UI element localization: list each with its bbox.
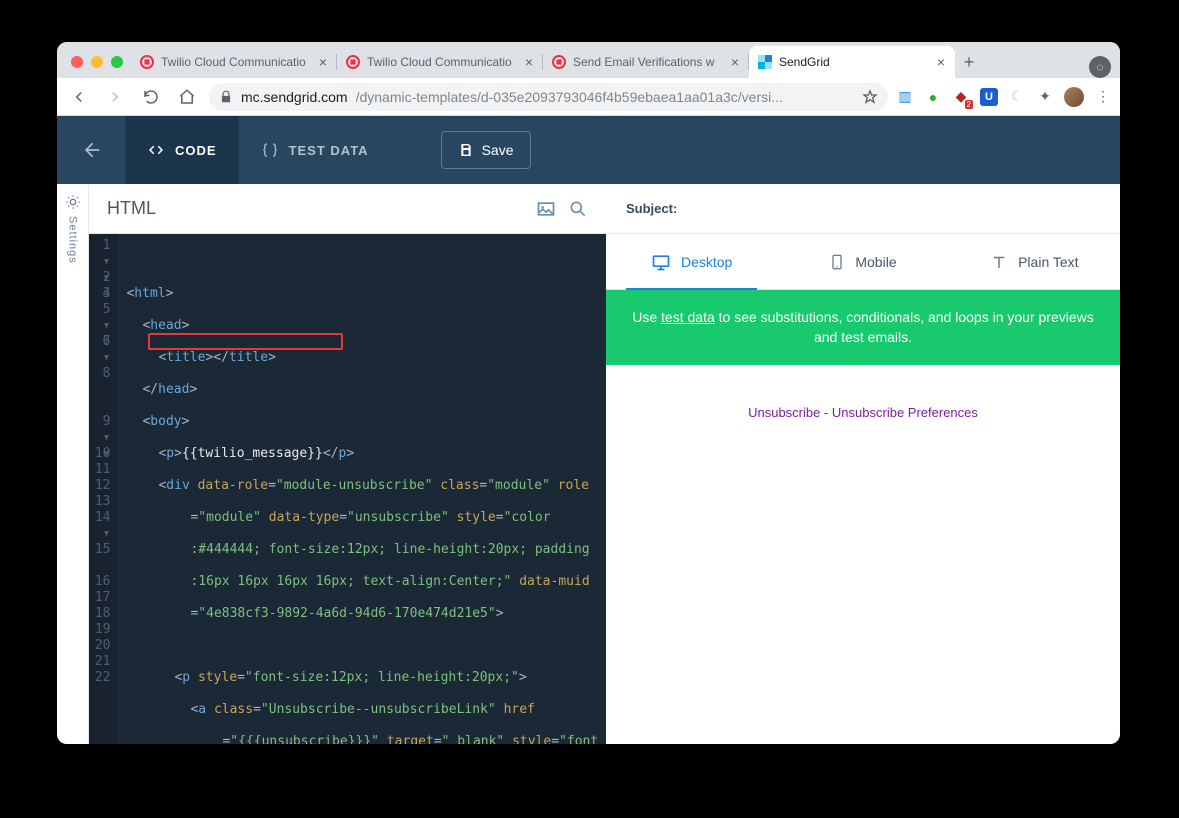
close-tab-icon[interactable]: × <box>935 55 947 69</box>
browser-tabs: Twilio Cloud Communicatio × Twilio Cloud… <box>131 42 1080 78</box>
tab-code[interactable]: CODE <box>125 116 239 184</box>
favicon-twilio-icon <box>551 54 567 70</box>
lock-icon <box>219 90 233 104</box>
email-preview: Unsubscribe - Unsubscribe Preferences <box>606 365 1120 744</box>
editor-header: HTML <box>89 184 606 234</box>
unsubscribe-link[interactable]: Unsubscribe <box>748 405 820 420</box>
view-tab-mobile[interactable]: Mobile <box>777 234 948 289</box>
account-icon[interactable]: ◌ <box>1089 56 1111 78</box>
tab-title: SendGrid <box>779 55 929 69</box>
new-tab-button[interactable]: + <box>955 48 983 76</box>
view-tab-label: Mobile <box>855 254 896 270</box>
extension-icon[interactable]: ◆2 <box>952 88 970 106</box>
favicon-twilio-icon <box>139 54 155 70</box>
code-icon <box>147 141 165 159</box>
window-controls <box>65 56 131 78</box>
view-tab-label: Plain Text <box>1018 254 1078 270</box>
browser-tab-3[interactable]: SendGrid × <box>749 46 955 78</box>
settings-sidebar[interactable]: Settings <box>57 184 89 744</box>
text-icon <box>990 253 1008 271</box>
test-data-banner: Use test data to see substitutions, cond… <box>606 290 1120 365</box>
subject-label: Subject: <box>626 201 677 216</box>
close-tab-icon[interactable]: × <box>523 55 535 69</box>
browser-menu-icon[interactable]: ⋮ <box>1094 88 1112 106</box>
tab-test-data[interactable]: TEST DATA <box>239 116 391 184</box>
extension-icon[interactable]: ▥ <box>896 88 914 106</box>
close-tab-icon[interactable]: × <box>317 55 329 69</box>
browser-window: Twilio Cloud Communicatio × Twilio Cloud… <box>57 42 1120 744</box>
view-tab-plain-text[interactable]: Plain Text <box>949 234 1120 289</box>
gear-icon <box>65 194 81 210</box>
tab-title: Send Email Verifications w <box>573 55 723 69</box>
reload-button[interactable] <box>137 83 165 111</box>
extensions-puzzle-icon[interactable]: ✦ <box>1036 88 1054 106</box>
bookmark-star-icon[interactable] <box>862 89 878 105</box>
extension-icon[interactable]: U <box>980 88 998 106</box>
nav-forward-button[interactable] <box>101 83 129 111</box>
desktop-icon <box>651 252 671 272</box>
braces-icon <box>261 141 279 159</box>
save-button-label: Save <box>482 142 514 158</box>
editor-back-button[interactable] <box>57 116 125 184</box>
line-gutter: 1 ▾ 2 ▾ 3 4 5 ▾ 6 7 ▾ 8 9 ▾ 10 ▾ 11 <box>89 234 118 744</box>
app-toolbar: CODE TEST DATA Save <box>57 116 1120 184</box>
code-area[interactable]: <html> <head> <title></title> </head> <b… <box>118 234 606 744</box>
favicon-twilio-icon <box>345 54 361 70</box>
favicon-sendgrid-icon <box>757 54 773 70</box>
url-path: /dynamic-templates/d-035e2093793046f4b59… <box>356 89 854 105</box>
extensions-area: ▥ ● ◆2 U ☾ ✦ ⋮ <box>896 87 1112 107</box>
tab-title: Twilio Cloud Communicatio <box>367 55 517 69</box>
code-highlight <box>148 333 343 350</box>
home-button[interactable] <box>173 83 201 111</box>
save-icon <box>458 142 474 158</box>
preview-pane: Subject: Desktop Mobile <box>606 184 1120 744</box>
extension-icon[interactable]: ● <box>924 88 942 106</box>
search-icon[interactable] <box>568 199 588 219</box>
browser-tab-2[interactable]: Send Email Verifications w × <box>543 46 749 78</box>
browser-tab-1[interactable]: Twilio Cloud Communicatio × <box>337 46 543 78</box>
mobile-icon <box>829 252 845 272</box>
browser-toolbar: mc.sendgrid.com /dynamic-templates/d-035… <box>57 78 1120 116</box>
image-icon[interactable] <box>536 199 556 219</box>
maximize-window-button[interactable] <box>111 56 123 68</box>
preview-view-tabs: Desktop Mobile Plain Text <box>606 234 1120 290</box>
view-tab-label: Desktop <box>681 254 732 270</box>
subject-row: Subject: <box>606 184 1120 234</box>
app-body: Settings HTML 1 ▾ 2 ▾ 3 <box>57 184 1120 744</box>
settings-label: Settings <box>67 216 79 264</box>
unsubscribe-preferences-link[interactable]: Unsubscribe Preferences <box>832 405 978 420</box>
app-content: CODE TEST DATA Save <box>57 116 1120 744</box>
save-button[interactable]: Save <box>441 131 531 169</box>
close-tab-icon[interactable]: × <box>729 55 741 69</box>
code-editor[interactable]: 1 ▾ 2 ▾ 3 4 5 ▾ 6 7 ▾ 8 9 ▾ 10 ▾ 11 <box>89 234 606 744</box>
tab-code-label: CODE <box>175 143 217 158</box>
tab-testdata-label: TEST DATA <box>289 143 369 158</box>
browser-tab-0[interactable]: Twilio Cloud Communicatio × <box>131 46 337 78</box>
test-data-link[interactable]: test data <box>661 309 715 325</box>
url-host: mc.sendgrid.com <box>241 89 348 105</box>
browser-titlebar: Twilio Cloud Communicatio × Twilio Cloud… <box>57 42 1120 78</box>
view-tab-desktop[interactable]: Desktop <box>606 234 777 289</box>
editor-pane: HTML 1 ▾ 2 ▾ 3 4 5 ▾ 6 <box>89 184 606 744</box>
tab-title: Twilio Cloud Communicatio <box>161 55 311 69</box>
minimize-window-button[interactable] <box>91 56 103 68</box>
extension-icon[interactable]: ☾ <box>1008 88 1026 106</box>
editor-header-label: HTML <box>107 198 524 219</box>
close-window-button[interactable] <box>71 56 83 68</box>
profile-avatar[interactable] <box>1064 87 1084 107</box>
nav-back-button[interactable] <box>65 83 93 111</box>
address-bar[interactable]: mc.sendgrid.com /dynamic-templates/d-035… <box>209 83 888 111</box>
